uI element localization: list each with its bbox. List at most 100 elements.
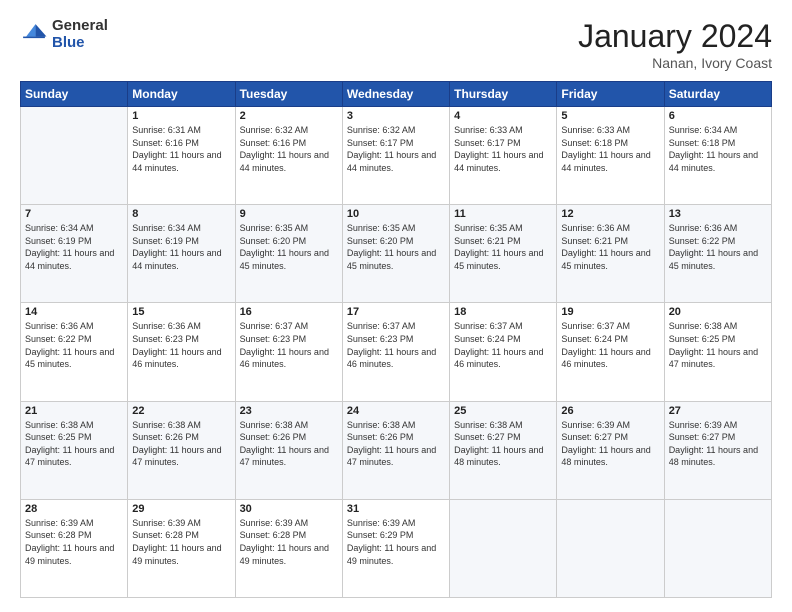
day-info: Sunrise: 6:32 AMSunset: 6:16 PMDaylight:… [240, 124, 338, 174]
calendar-cell: 13 Sunrise: 6:36 AMSunset: 6:22 PMDaylig… [664, 205, 771, 303]
calendar-cell: 18 Sunrise: 6:37 AMSunset: 6:24 PMDaylig… [450, 303, 557, 401]
day-info: Sunrise: 6:39 AMSunset: 6:28 PMDaylight:… [240, 517, 338, 567]
calendar-cell: 15 Sunrise: 6:36 AMSunset: 6:23 PMDaylig… [128, 303, 235, 401]
day-number: 17 [347, 306, 445, 318]
calendar-cell: 4 Sunrise: 6:33 AMSunset: 6:17 PMDayligh… [450, 107, 557, 205]
calendar-cell: 9 Sunrise: 6:35 AMSunset: 6:20 PMDayligh… [235, 205, 342, 303]
day-info: Sunrise: 6:37 AMSunset: 6:24 PMDaylight:… [454, 320, 552, 370]
calendar-cell: 24 Sunrise: 6:38 AMSunset: 6:26 PMDaylig… [342, 401, 449, 499]
day-number: 30 [240, 503, 338, 515]
calendar-week-row: 7 Sunrise: 6:34 AMSunset: 6:19 PMDayligh… [21, 205, 772, 303]
day-number: 14 [25, 306, 123, 318]
day-number: 13 [669, 208, 767, 220]
title-block: January 2024 Nanan, Ivory Coast [578, 18, 772, 71]
calendar-cell: 10 Sunrise: 6:35 AMSunset: 6:20 PMDaylig… [342, 205, 449, 303]
day-info: Sunrise: 6:38 AMSunset: 6:25 PMDaylight:… [25, 419, 123, 469]
header: General Blue January 2024 Nanan, Ivory C… [20, 18, 772, 71]
day-number: 5 [561, 110, 659, 122]
calendar-cell: 28 Sunrise: 6:39 AMSunset: 6:28 PMDaylig… [21, 499, 128, 597]
day-number: 3 [347, 110, 445, 122]
day-info: Sunrise: 6:35 AMSunset: 6:20 PMDaylight:… [347, 222, 445, 272]
calendar-week-row: 28 Sunrise: 6:39 AMSunset: 6:28 PMDaylig… [21, 499, 772, 597]
day-info: Sunrise: 6:33 AMSunset: 6:17 PMDaylight:… [454, 124, 552, 174]
logo: General Blue [20, 18, 108, 51]
day-number: 31 [347, 503, 445, 515]
calendar-cell: 27 Sunrise: 6:39 AMSunset: 6:27 PMDaylig… [664, 401, 771, 499]
day-info: Sunrise: 6:39 AMSunset: 6:28 PMDaylight:… [132, 517, 230, 567]
weekday-sunday: Sunday [21, 82, 128, 107]
day-number: 28 [25, 503, 123, 515]
day-number: 26 [561, 405, 659, 417]
calendar-cell: 29 Sunrise: 6:39 AMSunset: 6:28 PMDaylig… [128, 499, 235, 597]
calendar-cell [664, 499, 771, 597]
calendar-cell: 8 Sunrise: 6:34 AMSunset: 6:19 PMDayligh… [128, 205, 235, 303]
day-number: 16 [240, 306, 338, 318]
logo-text: General Blue [52, 18, 108, 51]
day-info: Sunrise: 6:33 AMSunset: 6:18 PMDaylight:… [561, 124, 659, 174]
day-number: 7 [25, 208, 123, 220]
day-info: Sunrise: 6:39 AMSunset: 6:27 PMDaylight:… [669, 419, 767, 469]
day-number: 12 [561, 208, 659, 220]
day-number: 23 [240, 405, 338, 417]
day-number: 24 [347, 405, 445, 417]
calendar-cell: 14 Sunrise: 6:36 AMSunset: 6:22 PMDaylig… [21, 303, 128, 401]
day-info: Sunrise: 6:38 AMSunset: 6:27 PMDaylight:… [454, 419, 552, 469]
calendar-cell: 6 Sunrise: 6:34 AMSunset: 6:18 PMDayligh… [664, 107, 771, 205]
day-number: 10 [347, 208, 445, 220]
calendar-cell: 12 Sunrise: 6:36 AMSunset: 6:21 PMDaylig… [557, 205, 664, 303]
weekday-wednesday: Wednesday [342, 82, 449, 107]
day-number: 29 [132, 503, 230, 515]
calendar-cell [557, 499, 664, 597]
day-info: Sunrise: 6:34 AMSunset: 6:19 PMDaylight:… [25, 222, 123, 272]
calendar-cell: 7 Sunrise: 6:34 AMSunset: 6:19 PMDayligh… [21, 205, 128, 303]
day-number: 21 [25, 405, 123, 417]
calendar-cell: 11 Sunrise: 6:35 AMSunset: 6:21 PMDaylig… [450, 205, 557, 303]
calendar-cell: 19 Sunrise: 6:37 AMSunset: 6:24 PMDaylig… [557, 303, 664, 401]
page: General Blue January 2024 Nanan, Ivory C… [0, 0, 792, 612]
day-info: Sunrise: 6:36 AMSunset: 6:22 PMDaylight:… [25, 320, 123, 370]
day-info: Sunrise: 6:34 AMSunset: 6:18 PMDaylight:… [669, 124, 767, 174]
day-number: 27 [669, 405, 767, 417]
day-info: Sunrise: 6:39 AMSunset: 6:27 PMDaylight:… [561, 419, 659, 469]
calendar-cell: 30 Sunrise: 6:39 AMSunset: 6:28 PMDaylig… [235, 499, 342, 597]
calendar-cell: 21 Sunrise: 6:38 AMSunset: 6:25 PMDaylig… [21, 401, 128, 499]
weekday-monday: Monday [128, 82, 235, 107]
day-number: 4 [454, 110, 552, 122]
day-info: Sunrise: 6:36 AMSunset: 6:21 PMDaylight:… [561, 222, 659, 272]
day-number: 22 [132, 405, 230, 417]
day-info: Sunrise: 6:32 AMSunset: 6:17 PMDaylight:… [347, 124, 445, 174]
weekday-tuesday: Tuesday [235, 82, 342, 107]
day-info: Sunrise: 6:37 AMSunset: 6:23 PMDaylight:… [240, 320, 338, 370]
day-info: Sunrise: 6:36 AMSunset: 6:23 PMDaylight:… [132, 320, 230, 370]
day-info: Sunrise: 6:38 AMSunset: 6:26 PMDaylight:… [132, 419, 230, 469]
day-number: 2 [240, 110, 338, 122]
day-number: 19 [561, 306, 659, 318]
calendar-cell: 16 Sunrise: 6:37 AMSunset: 6:23 PMDaylig… [235, 303, 342, 401]
location-subtitle: Nanan, Ivory Coast [578, 55, 772, 71]
day-info: Sunrise: 6:35 AMSunset: 6:21 PMDaylight:… [454, 222, 552, 272]
calendar-week-row: 14 Sunrise: 6:36 AMSunset: 6:22 PMDaylig… [21, 303, 772, 401]
day-info: Sunrise: 6:38 AMSunset: 6:26 PMDaylight:… [240, 419, 338, 469]
day-info: Sunrise: 6:36 AMSunset: 6:22 PMDaylight:… [669, 222, 767, 272]
day-number: 8 [132, 208, 230, 220]
day-info: Sunrise: 6:35 AMSunset: 6:20 PMDaylight:… [240, 222, 338, 272]
calendar-cell: 17 Sunrise: 6:37 AMSunset: 6:23 PMDaylig… [342, 303, 449, 401]
day-info: Sunrise: 6:39 AMSunset: 6:28 PMDaylight:… [25, 517, 123, 567]
calendar-cell [21, 107, 128, 205]
logo-icon [20, 21, 48, 49]
day-number: 20 [669, 306, 767, 318]
day-number: 25 [454, 405, 552, 417]
calendar-cell: 3 Sunrise: 6:32 AMSunset: 6:17 PMDayligh… [342, 107, 449, 205]
calendar-table: Sunday Monday Tuesday Wednesday Thursday… [20, 81, 772, 598]
calendar-week-row: 21 Sunrise: 6:38 AMSunset: 6:25 PMDaylig… [21, 401, 772, 499]
day-info: Sunrise: 6:37 AMSunset: 6:24 PMDaylight:… [561, 320, 659, 370]
weekday-thursday: Thursday [450, 82, 557, 107]
calendar-cell: 31 Sunrise: 6:39 AMSunset: 6:29 PMDaylig… [342, 499, 449, 597]
calendar-cell: 1 Sunrise: 6:31 AMSunset: 6:16 PMDayligh… [128, 107, 235, 205]
day-number: 18 [454, 306, 552, 318]
calendar-cell: 20 Sunrise: 6:38 AMSunset: 6:25 PMDaylig… [664, 303, 771, 401]
calendar-cell: 2 Sunrise: 6:32 AMSunset: 6:16 PMDayligh… [235, 107, 342, 205]
day-number: 15 [132, 306, 230, 318]
calendar-cell: 22 Sunrise: 6:38 AMSunset: 6:26 PMDaylig… [128, 401, 235, 499]
calendar-cell: 5 Sunrise: 6:33 AMSunset: 6:18 PMDayligh… [557, 107, 664, 205]
